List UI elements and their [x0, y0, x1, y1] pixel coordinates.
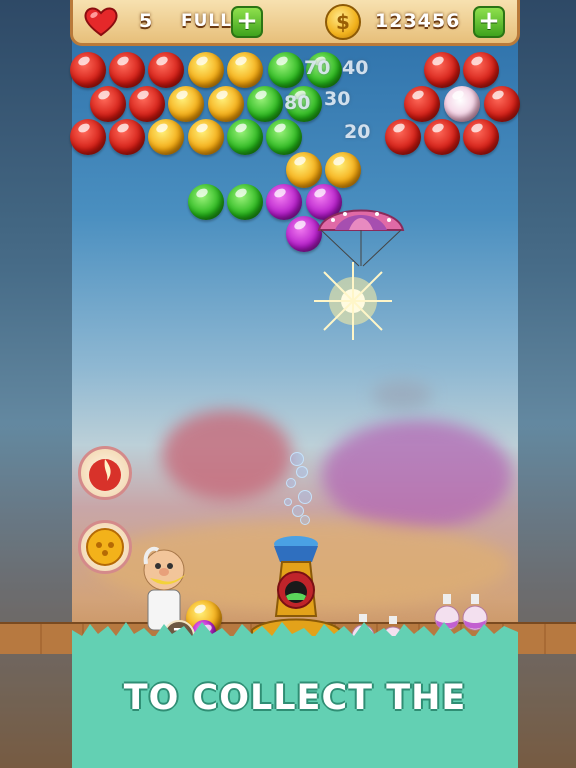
- bubble-red: [463, 52, 499, 88]
- lives-count: 5: [139, 10, 153, 32]
- bubble-green: [268, 52, 304, 88]
- score-popup: 20: [344, 121, 371, 143]
- add-coins-button[interactable]: +: [473, 6, 505, 38]
- bubble-orange: [168, 86, 204, 122]
- heart-icon: [84, 7, 118, 37]
- bubble-red: [404, 86, 440, 122]
- background-scenery: [162, 410, 292, 500]
- bubble-green: [188, 184, 224, 220]
- powerup-fire-button[interactable]: [78, 446, 132, 500]
- background-scenery: [322, 420, 512, 530]
- bubble-red: [109, 119, 145, 155]
- background-scenery: [372, 380, 432, 410]
- bubble-orange: [148, 119, 184, 155]
- coin-count: 123456: [375, 10, 461, 32]
- bubble-orange: [188, 52, 224, 88]
- bubble-red: [109, 52, 145, 88]
- bubble-red: [385, 119, 421, 155]
- bubble-red: [70, 119, 106, 155]
- bubble-green: [227, 184, 263, 220]
- powerup-bomb-button[interactable]: [78, 520, 132, 574]
- bomb-icon: [86, 528, 124, 566]
- bubble-red: [424, 52, 460, 88]
- flame-icon: [89, 459, 121, 491]
- score-popup: 80: [284, 92, 311, 114]
- bubble-orange: [227, 52, 263, 88]
- bubble-red: [148, 52, 184, 88]
- bubble-red: [90, 86, 126, 122]
- bubble-orange: [286, 152, 322, 188]
- rising-bubble: [290, 452, 304, 466]
- rising-bubble: [284, 498, 292, 506]
- coin-icon: $: [325, 4, 361, 40]
- rising-bubble: [296, 466, 308, 478]
- bubble-orange: [208, 86, 244, 122]
- bubble-red: [424, 119, 460, 155]
- bubble-red: [463, 119, 499, 155]
- bubble-red: [70, 52, 106, 88]
- lives-status: FULL: [181, 11, 233, 31]
- top-hud-bar: 5 FULL + $ 123456 +: [70, 0, 520, 46]
- rising-bubble: [298, 490, 312, 504]
- bubble-red: [129, 86, 165, 122]
- bubble-red: [484, 86, 520, 122]
- score-popup: 70: [304, 57, 331, 79]
- rising-bubble: [286, 478, 296, 488]
- score-popup: 30: [324, 88, 351, 110]
- bubble-green: [247, 86, 283, 122]
- add-lives-button[interactable]: +: [231, 6, 263, 38]
- bubble-purple: [266, 184, 302, 220]
- bubble-green: [227, 119, 263, 155]
- bubble-potion: [444, 86, 480, 122]
- score-popup: 40: [342, 57, 369, 79]
- sparkle-effect: [314, 262, 392, 340]
- promo-caption: TO COLLECT THE: [123, 678, 467, 718]
- bubble-orange: [325, 152, 361, 188]
- rising-bubble: [300, 515, 310, 525]
- bubble-green: [266, 119, 302, 155]
- bubble-orange: [188, 119, 224, 155]
